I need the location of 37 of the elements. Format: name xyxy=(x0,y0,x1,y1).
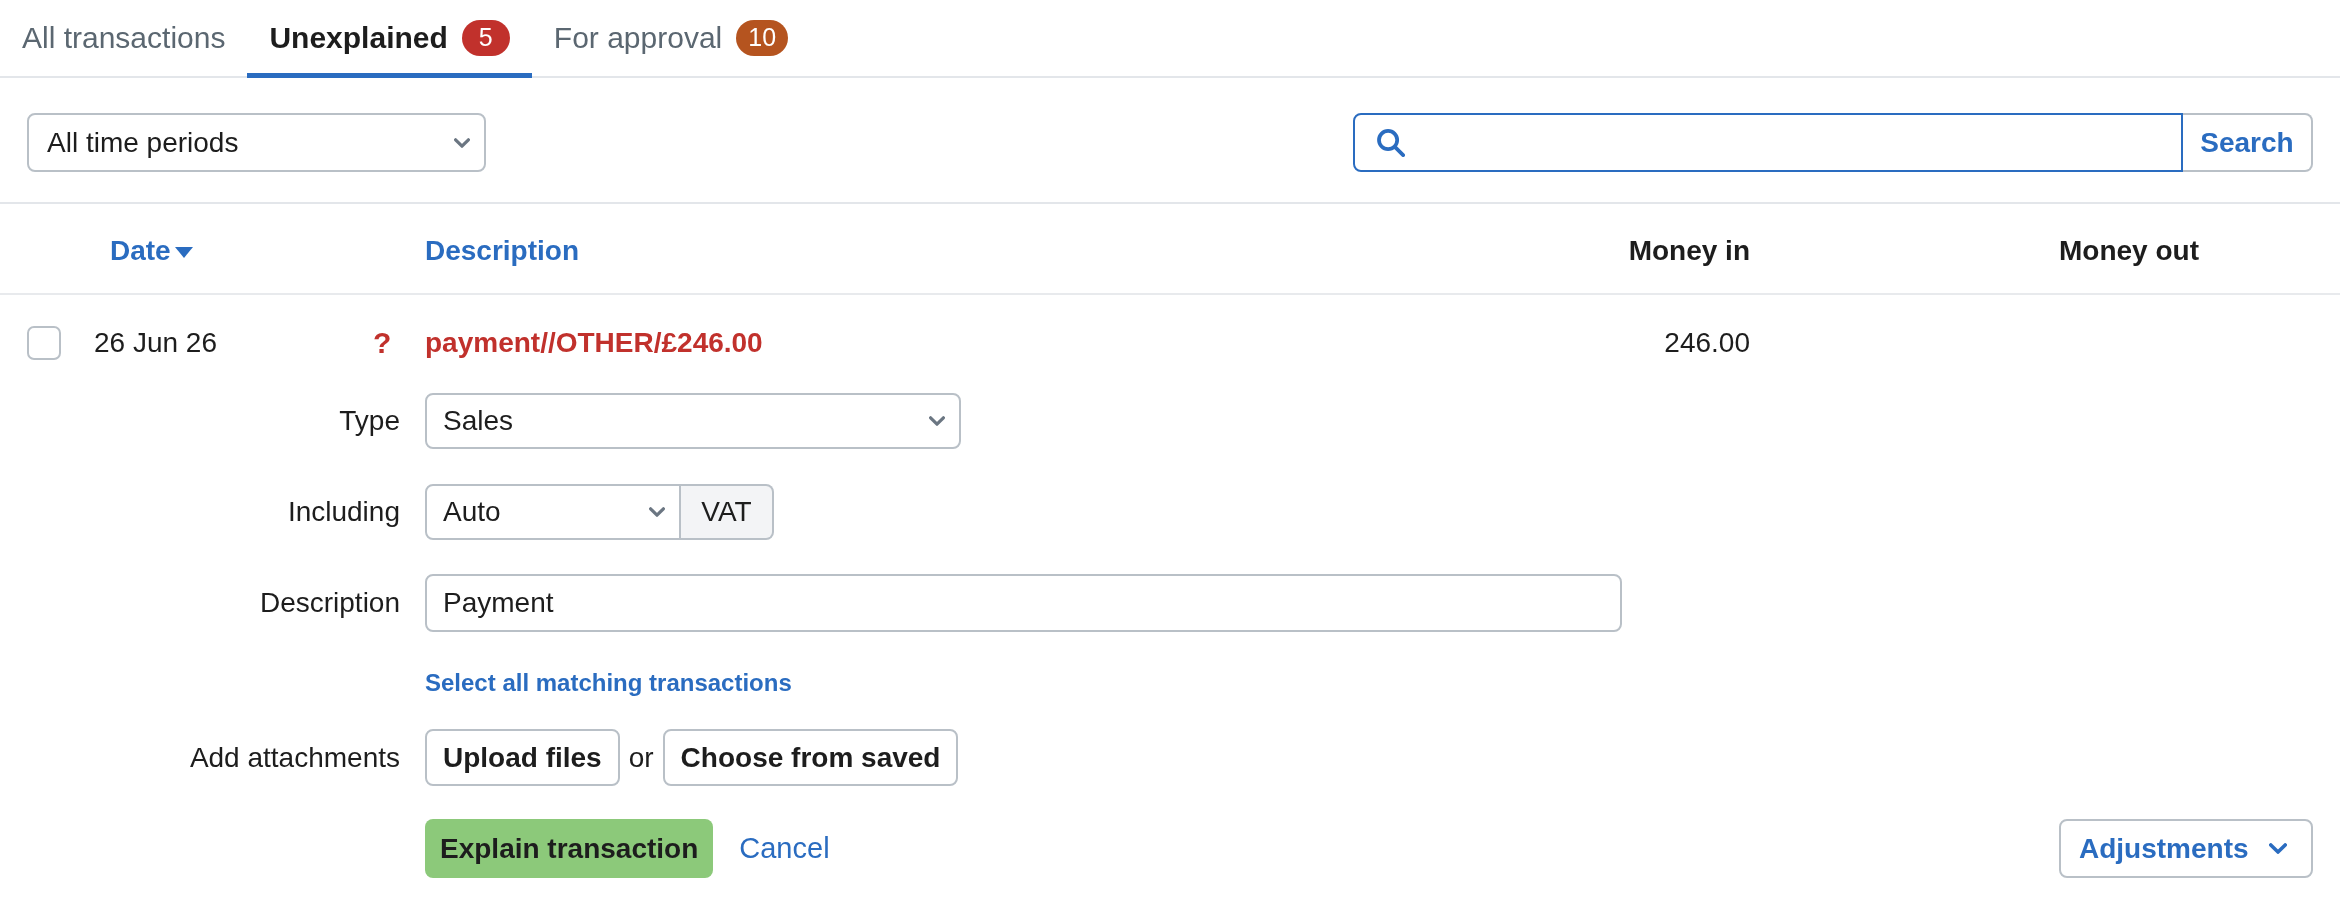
search-field[interactable] xyxy=(1353,113,2183,172)
chevron-icon xyxy=(929,416,945,426)
adjustments-button[interactable]: Adjustments xyxy=(2059,819,2313,878)
chevron-icon xyxy=(454,137,470,148)
money-in-cell-text: 246.00 xyxy=(1664,325,1750,360)
tab[interactable]: Unexplained 5 xyxy=(247,0,532,78)
chevron-icon xyxy=(649,507,665,517)
period-dropdown[interactable]: All time periods xyxy=(27,113,486,172)
tab[interactable]: For approval 10 xyxy=(531,0,811,78)
cancel-link[interactable]: Cancel xyxy=(739,826,830,871)
explain-transaction-button[interactable]: Explain transaction xyxy=(425,819,714,878)
column-header: Money out xyxy=(2059,233,2199,268)
column-header: Money in xyxy=(1628,233,1750,268)
addon-label: VAT xyxy=(681,484,774,540)
row-checkbox[interactable] xyxy=(27,325,61,360)
field-label: Description xyxy=(258,586,400,620)
field-label: Add attachments xyxy=(188,740,400,775)
search-button[interactable]: Search xyxy=(2183,113,2313,172)
separator-text: or xyxy=(628,740,654,775)
field-label: Including xyxy=(286,495,400,529)
tab[interactable]: All transactions xyxy=(0,0,248,78)
search-icon xyxy=(1377,128,1405,157)
attachment-button[interactable]: Upload files xyxy=(425,729,620,786)
dropdown[interactable]: Sales xyxy=(425,393,961,449)
count-badge: 10 xyxy=(736,19,789,56)
transaction-description: payment//OTHER/£246.00 xyxy=(425,325,763,360)
dropdown[interactable]: Auto xyxy=(425,484,681,540)
column-header[interactable]: Date xyxy=(110,229,193,272)
count-badge: 5 xyxy=(461,19,510,56)
attachment-button[interactable]: Choose from saved xyxy=(662,729,959,786)
column-header[interactable]: Description xyxy=(425,229,580,272)
select-matching-link[interactable]: Select all matching transactions xyxy=(425,668,792,698)
field-label: Type xyxy=(338,404,400,438)
chevron-icon xyxy=(2268,843,2287,854)
date-cell-text: 26 Jun 26 xyxy=(94,325,218,360)
text-input[interactable]: Payment xyxy=(425,574,1622,632)
question-mark: ? xyxy=(373,325,392,361)
